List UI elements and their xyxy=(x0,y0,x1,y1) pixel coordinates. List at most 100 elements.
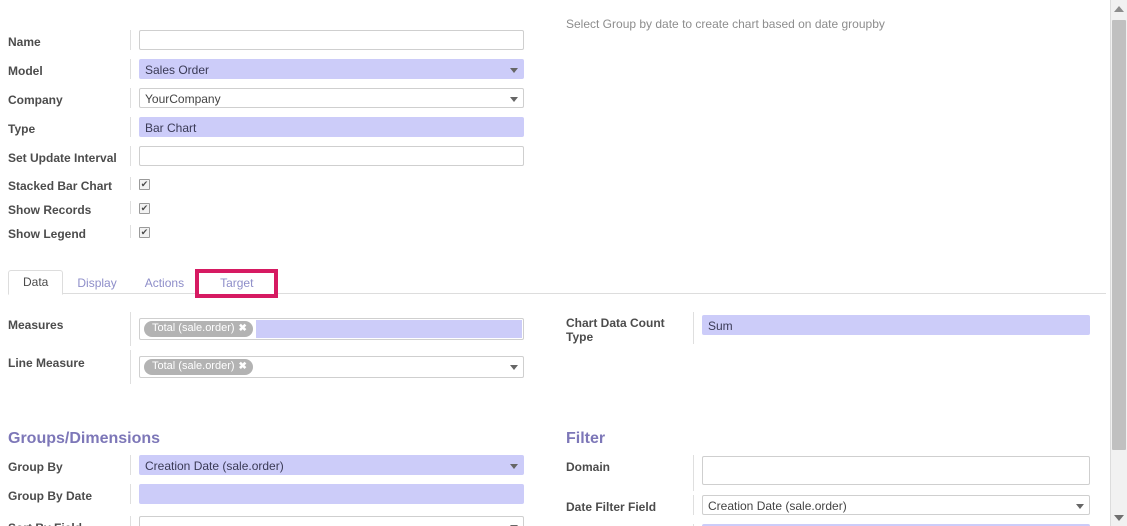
measure-tag: Total (sale.order) ✖ xyxy=(144,321,253,337)
field-row-stacked-bar-chart: Stacked Bar Chart ✔ xyxy=(0,177,553,196)
vertical-scrollbar[interactable] xyxy=(1110,0,1127,526)
chevron-down-icon xyxy=(510,464,518,469)
name-input[interactable] xyxy=(139,30,524,50)
tab-data[interactable]: Data xyxy=(8,270,64,295)
company-value: YourCompany xyxy=(145,92,221,106)
control-show-records: ✔ xyxy=(130,201,553,214)
group-by-value: Creation Date (sale.order) xyxy=(145,459,284,473)
filter-heading: Filter xyxy=(566,430,606,447)
label-domain: Domain xyxy=(566,460,611,474)
date-filter-field-select[interactable]: Creation Date (sale.order) xyxy=(702,495,1090,515)
data-tab-panel: Measures Total (sale.order) ✖ Line Measu… xyxy=(0,294,1110,384)
label-line-2: Type xyxy=(566,330,594,344)
domain-input[interactable] xyxy=(702,456,1090,485)
model-value: Sales Order xyxy=(145,63,210,77)
label-name: Name xyxy=(8,35,41,49)
chevron-down-icon[interactable] xyxy=(510,365,518,370)
control-date-filter-field: Creation Date (sale.order) xyxy=(693,495,1093,515)
label-measures: Measures xyxy=(8,318,64,332)
groupby-helper-text: Select Group by date to create chart bas… xyxy=(566,17,885,31)
field-row-measures: Measures Total (sale.order) ✖ xyxy=(0,312,553,346)
label-set-update-interval: Set Update Interval xyxy=(8,151,117,165)
label-show-legend: Show Legend xyxy=(8,227,86,241)
label-group-by-date: Group By Date xyxy=(8,489,93,503)
label-line-1: Chart Data Count xyxy=(566,316,665,330)
field-row-group-by: Group By Creation Date (sale.order) xyxy=(0,455,553,480)
control-show-legend: ✔ xyxy=(130,225,553,238)
show-legend-checkbox[interactable]: ✔ xyxy=(139,227,150,238)
field-row-chart-data-count-type: Chart Data Count Type Sum xyxy=(553,312,1098,344)
groups-dimensions-heading: Groups/Dimensions xyxy=(8,430,161,447)
field-row-group-by-date: Group By Date xyxy=(0,484,553,509)
scroll-down-arrow-icon[interactable] xyxy=(1111,509,1127,526)
control-sort-by-field xyxy=(130,516,553,526)
tab-list: Data Display Actions Target xyxy=(8,269,1106,298)
measure-tag-label: Total (sale.order) xyxy=(152,322,235,334)
scroll-up-arrow-icon[interactable] xyxy=(1111,0,1127,17)
filter-section: Filter Domain Date Filter Field Creation… xyxy=(553,430,1098,526)
label-chart-data-count-type: Chart Data Count Type xyxy=(553,312,693,344)
group-by-date-input[interactable] xyxy=(139,484,524,504)
field-row-sort-by-field: Sort By Field xyxy=(0,516,553,526)
model-select[interactable]: Sales Order xyxy=(139,59,524,79)
group-by-select[interactable]: Creation Date (sale.order) xyxy=(139,455,524,475)
control-name xyxy=(130,30,553,50)
line-measure-tag: Total (sale.order) ✖ xyxy=(144,359,253,375)
label-type: Type xyxy=(8,122,36,136)
control-group-by: Creation Date (sale.order) xyxy=(130,455,553,475)
measures-column: Measures Total (sale.order) ✖ Line Measu… xyxy=(0,312,553,384)
control-company: YourCompany xyxy=(130,88,553,108)
control-stacked-bar-chart: ✔ xyxy=(130,177,553,190)
control-group-by-date xyxy=(130,484,553,504)
odoo-chart-config-screen: Name Model Sales Order Company YourCompa… xyxy=(0,0,1127,526)
chevron-down-icon[interactable] xyxy=(510,327,518,332)
field-row-name: Name xyxy=(0,30,553,55)
label-date-filter-field: Date Filter Field xyxy=(566,500,657,514)
field-row-line-measure: Line Measure Total (sale.order) ✖ xyxy=(0,350,553,384)
field-row-update-interval: Set Update Interval xyxy=(0,146,553,171)
field-row-show-records: Show Records ✔ xyxy=(0,201,553,220)
top-right-column: Select Group by date to create chart bas… xyxy=(553,0,1098,244)
control-line-measure: Total (sale.order) ✖ xyxy=(130,350,553,384)
scrollbar-thumb[interactable] xyxy=(1112,20,1126,450)
field-row-type: Type Bar Chart xyxy=(0,117,553,142)
line-measure-field[interactable]: Total (sale.order) ✖ xyxy=(139,356,524,378)
tab-actions[interactable]: Actions xyxy=(131,272,198,295)
control-set-update-interval xyxy=(130,146,553,166)
field-row-show-legend: Show Legend ✔ xyxy=(0,225,553,244)
field-row-company: Company YourCompany xyxy=(0,88,553,113)
tab-bar: Data Display Actions Target xyxy=(8,269,1106,298)
groups-filter-section: Groups/Dimensions Group By Creation Date… xyxy=(0,384,1110,526)
label-company: Company xyxy=(8,93,63,107)
date-filter-field-value: Creation Date (sale.order) xyxy=(708,499,847,513)
field-row-date-filter-field: Date Filter Field Creation Date (sale.or… xyxy=(553,495,1098,520)
type-input[interactable]: Bar Chart xyxy=(139,117,524,137)
count-type-column: Chart Data Count Type Sum xyxy=(553,312,1098,384)
control-model: Sales Order xyxy=(130,59,553,79)
control-type: Bar Chart xyxy=(130,117,553,137)
control-measures: Total (sale.order) ✖ xyxy=(130,312,553,346)
tab-target[interactable]: Target xyxy=(195,269,279,298)
remove-tag-icon[interactable]: ✖ xyxy=(239,360,247,373)
stacked-bar-chart-checkbox[interactable]: ✔ xyxy=(139,179,150,190)
company-select[interactable]: YourCompany xyxy=(139,88,524,108)
label-show-records: Show Records xyxy=(8,203,92,217)
label-line-measure: Line Measure xyxy=(8,356,85,370)
form-page: Name Model Sales Order Company YourCompa… xyxy=(0,0,1110,526)
line-measure-tag-label: Total (sale.order) xyxy=(152,360,235,372)
show-records-checkbox[interactable]: ✔ xyxy=(139,203,150,214)
field-row-domain: Domain xyxy=(553,455,1098,491)
set-update-interval-input[interactable] xyxy=(139,146,524,166)
sort-by-field-select[interactable] xyxy=(139,516,524,526)
label-model: Model xyxy=(8,64,43,78)
remove-tag-icon[interactable]: ✖ xyxy=(239,322,247,335)
tab-display[interactable]: Display xyxy=(63,272,130,295)
chevron-down-icon xyxy=(1076,504,1084,509)
chevron-down-icon xyxy=(510,97,518,102)
field-row-model: Model Sales Order xyxy=(0,59,553,84)
label-sort-by-field: Sort By Field xyxy=(0,516,130,526)
chart-data-count-type-input[interactable]: Sum xyxy=(702,315,1090,335)
groups-dimensions-section: Groups/Dimensions Group By Creation Date… xyxy=(0,430,553,526)
measures-field[interactable]: Total (sale.order) ✖ xyxy=(139,318,524,340)
control-domain xyxy=(693,455,1093,491)
